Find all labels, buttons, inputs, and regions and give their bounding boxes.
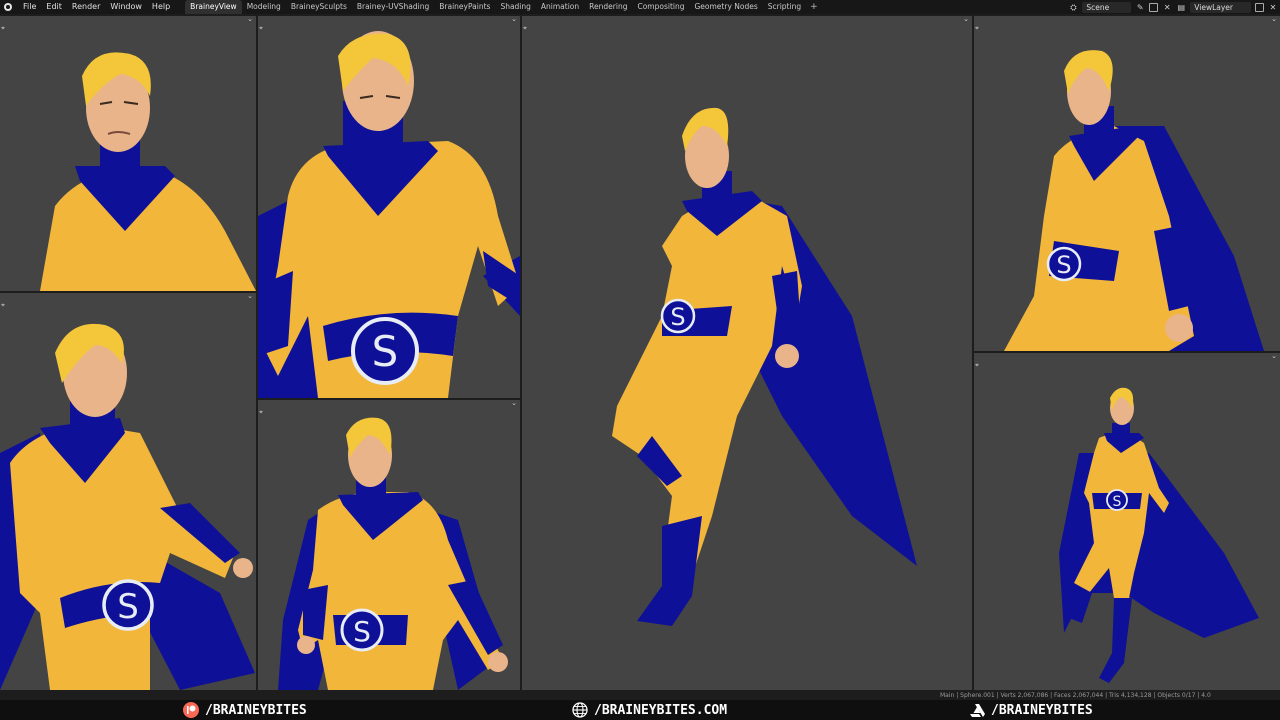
view-layer-selector[interactable]: ViewLayer xyxy=(1190,1,1251,13)
split-corner-icon[interactable]: ⌖ xyxy=(1,25,5,32)
patreon-brand: /BRAINEYBITES xyxy=(183,700,307,720)
globe-icon xyxy=(572,702,588,718)
character-render: S xyxy=(258,31,520,398)
split-corner-icon[interactable]: ⌖ xyxy=(1,302,5,309)
viewport-head-closeup[interactable]: ⌖ ⌄ xyxy=(0,16,256,291)
tab-brainey-sculpts[interactable]: BraineySculpts xyxy=(286,0,352,14)
new-view-layer-icon[interactable] xyxy=(1255,2,1264,12)
collapse-icon[interactable]: ⌄ xyxy=(1271,16,1277,23)
tab-shading[interactable]: Shading xyxy=(495,0,535,14)
website-url: /BRAINEYBITES.COM xyxy=(594,702,728,718)
add-workspace-button[interactable]: + xyxy=(806,2,822,12)
artstation-handle: /BRAINEYBITES xyxy=(991,702,1093,718)
svg-text:S: S xyxy=(1113,494,1122,510)
menu-file[interactable]: File xyxy=(18,0,41,14)
tab-brainey-uvshading[interactable]: Brainey-UVShading xyxy=(352,0,434,14)
menu-help[interactable]: Help xyxy=(147,0,175,14)
viewport-full-body-small[interactable]: S ⌖ ⌄ xyxy=(974,353,1280,690)
tab-geometry-nodes[interactable]: Geometry Nodes xyxy=(689,0,762,14)
split-corner-icon[interactable]: ⌖ xyxy=(259,409,263,416)
character-render: S xyxy=(1059,387,1259,683)
split-corner-icon[interactable]: ⌖ xyxy=(975,362,979,369)
viewport-side-torso[interactable]: S ⌖ ⌄ xyxy=(0,293,256,690)
delete-scene-icon[interactable]: ✕ xyxy=(1162,3,1172,12)
collapse-icon[interactable]: ⌄ xyxy=(1271,353,1277,360)
viewport-torso-front[interactable]: S ⌖ ⌄ xyxy=(258,16,520,398)
branding-footer: /BRAINEYBITES /BRAINEYBITES.COM /BRAINEY… xyxy=(0,700,1280,720)
tab-scripting[interactable]: Scripting xyxy=(763,0,806,14)
scene-selector[interactable]: Scene xyxy=(1082,1,1132,13)
pin-icon[interactable]: ✎ xyxy=(1135,3,1145,12)
collapse-icon[interactable]: ⌄ xyxy=(511,400,517,407)
delete-view-layer-icon[interactable]: ✕ xyxy=(1268,3,1278,12)
blender-logo-icon[interactable] xyxy=(4,3,12,11)
svg-text:S: S xyxy=(1056,251,1071,279)
tab-compositing[interactable]: Compositing xyxy=(632,0,689,14)
svg-text:S: S xyxy=(353,615,371,648)
character-render: S xyxy=(278,417,508,690)
tab-modeling[interactable]: Modeling xyxy=(242,0,286,14)
menu-window[interactable]: Window xyxy=(105,0,147,14)
scene-icon[interactable]: ⛭ xyxy=(1068,3,1078,12)
character-render: S xyxy=(1004,50,1264,351)
character-render xyxy=(40,52,256,291)
new-scene-icon[interactable] xyxy=(1149,2,1159,12)
collapse-icon[interactable]: ⌄ xyxy=(247,293,253,300)
svg-text:S: S xyxy=(372,327,399,376)
tab-animation[interactable]: Animation xyxy=(536,0,584,14)
artstation-brand: /BRAINEYBITES xyxy=(969,700,1093,720)
character-render: S xyxy=(0,323,255,690)
workspace-tabs: BraineyView Modeling BraineySculpts Brai… xyxy=(185,0,821,14)
tab-brainey-view[interactable]: BraineyView xyxy=(185,0,242,14)
viewport-side-upper[interactable]: S ⌖ ⌄ xyxy=(974,16,1280,351)
viewport-front-torso[interactable]: S ⌖ ⌄ xyxy=(258,400,520,690)
tab-rendering[interactable]: Rendering xyxy=(584,0,632,14)
collapse-icon[interactable]: ⌄ xyxy=(963,16,969,23)
view-layer-icon[interactable]: ▤ xyxy=(1176,3,1186,12)
patreon-icon xyxy=(183,702,199,718)
character-render: S xyxy=(612,107,917,626)
collapse-icon[interactable]: ⌄ xyxy=(247,16,253,23)
website-brand: /BRAINEYBITES.COM xyxy=(572,700,727,720)
split-corner-icon[interactable]: ⌖ xyxy=(523,25,527,32)
patreon-handle: /BRAINEYBITES xyxy=(205,702,307,718)
viewport-full-body[interactable]: S ⌖ ⌄ xyxy=(522,16,972,690)
split-corner-icon[interactable]: ⌖ xyxy=(975,25,979,32)
top-bar: File Edit Render Window Help BraineyView… xyxy=(0,0,1280,14)
menu-edit[interactable]: Edit xyxy=(41,0,67,14)
split-corner-icon[interactable]: ⌖ xyxy=(259,25,263,32)
collapse-icon[interactable]: ⌄ xyxy=(511,16,517,23)
tab-brainey-paints[interactable]: BraineyPaints xyxy=(434,0,495,14)
scene-controls: ⛭ Scene ✎ ✕ ▤ ViewLayer ✕ xyxy=(1066,0,1280,14)
status-bar: Main | Sphere.001 | Verts 2,067,086 | Fa… xyxy=(940,692,1211,699)
svg-text:S: S xyxy=(670,303,685,331)
menu-render[interactable]: Render xyxy=(67,0,105,14)
svg-text:S: S xyxy=(117,587,139,627)
artstation-icon xyxy=(970,704,985,717)
